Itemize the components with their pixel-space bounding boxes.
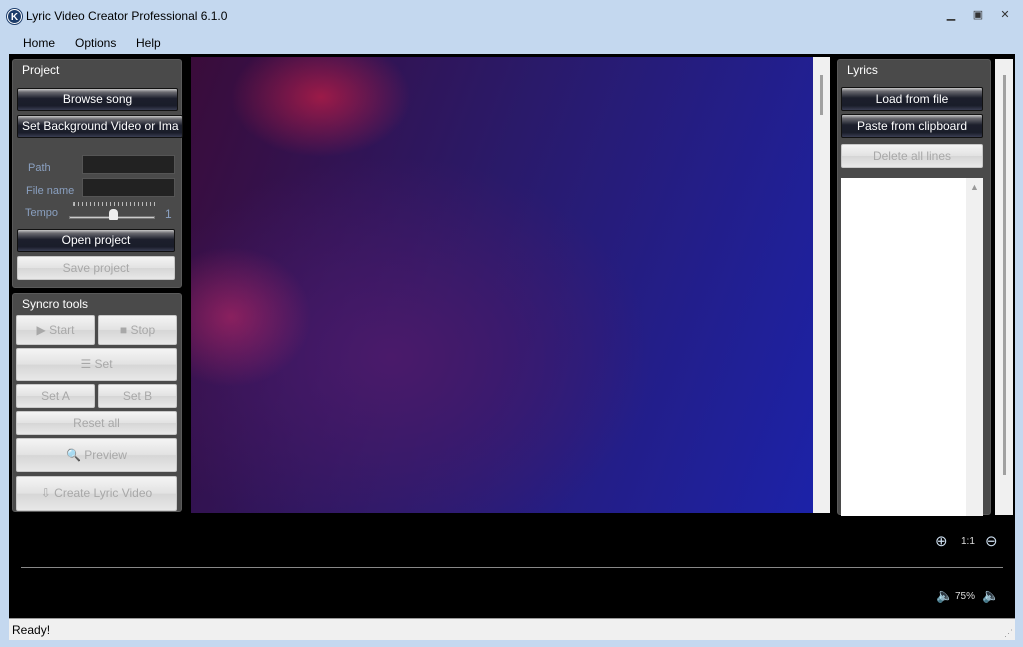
volume-up-icon[interactable]: 🔈 [936,587,953,604]
create-lyric-video-button[interactable]: ⇩ Create Lyric Video [16,476,177,511]
menu-options[interactable]: Options [75,36,116,50]
menu-home[interactable]: Home [23,36,55,50]
status-text: Ready! [12,623,51,637]
path-label: Path [28,162,51,174]
lyrics-title: Lyrics [847,63,878,77]
stop-label: Stop [130,323,156,337]
load-from-file-button[interactable]: Load from file [841,87,983,111]
export-icon: ⇩ [40,486,55,500]
title-bar: K Lyric Video Creator Professional 6.1.0… [0,0,1023,32]
resize-grip-icon[interactable]: ⋰ [1004,628,1013,639]
lyrics-sheet-icon: ☰ [80,357,95,371]
lyrics-list[interactable]: ▲ [841,178,983,516]
stop-icon: ■ [119,323,131,337]
app-logo-icon: K [7,9,22,24]
zoom-out-icon[interactable]: ⊖ [985,532,998,550]
preview-button[interactable]: 🔍 Preview [16,438,177,472]
set-label: Set [94,357,113,371]
open-project-button[interactable]: Open project [17,229,175,252]
window-title: Lyric Video Creator Professional 6.1.0 [26,9,228,23]
path-field[interactable] [82,155,175,174]
status-bar: Ready! ⋰ [9,618,1015,640]
tempo-label: Tempo [25,207,59,219]
start-label: Start [49,323,75,337]
timeline-track[interactable] [21,567,1003,568]
play-icon: ▶ [36,323,50,337]
timeline[interactable]: ⊕ 1:1 ⊖ 🔈 75% 🔈 [9,519,1015,615]
zoom-level: 1:1 [961,536,975,547]
lyrics-panel: Lyrics Load from file Paste from clipboa… [837,59,991,516]
set-button[interactable]: ☰ Set [16,348,177,381]
start-button[interactable]: ▶ Start [16,315,95,345]
create-label: Create Lyric Video [54,486,153,500]
set-b-button[interactable]: Set B [98,384,177,408]
right-scrollbar-thumb[interactable] [1003,75,1006,475]
paste-from-clipboard-button[interactable]: Paste from clipboard [841,114,983,138]
maximize-icon[interactable]: ▣ [971,8,985,22]
syncro-title: Syncro tools [22,297,89,311]
browse-song-button[interactable]: Browse song [17,88,178,111]
video-scrollbar[interactable] [813,57,830,513]
preview-label: Preview [84,448,127,462]
magnifier-doc-icon: 🔍 [66,448,85,462]
file-name-field[interactable] [82,178,175,197]
volume-level: 75% [955,591,976,602]
project-panel: Project Browse song Set Background Video… [12,59,183,288]
delete-all-lines-button[interactable]: Delete all lines [841,144,983,168]
video-preview [191,57,813,513]
tempo-slider-thumb[interactable] [109,209,118,220]
zoom-in-icon[interactable]: ⊕ [935,532,948,550]
syncro-panel: Syncro tools ▶ Start ■ Stop ☰ Set Set A … [12,293,182,512]
lyrics-scroll-up-icon[interactable]: ▲ [966,178,983,516]
minimize-icon[interactable]: ▁ [944,8,958,22]
set-background-button[interactable]: Set Background Video or Ima [17,115,183,138]
volume-down-icon[interactable]: 🔈 [982,587,999,604]
file-name-label: File name [26,185,75,197]
set-a-button[interactable]: Set A [16,384,95,408]
save-project-button[interactable]: Save project [17,256,175,280]
tempo-value: 1 [165,207,172,221]
reset-all-button[interactable]: Reset all [16,411,177,435]
right-scrollbar[interactable] [995,59,1013,515]
tempo-ticks [73,202,155,206]
menu-help[interactable]: Help [136,36,161,50]
close-icon[interactable]: ✕ [998,8,1012,22]
stop-button[interactable]: ■ Stop [98,315,177,345]
project-title: Project [22,63,60,77]
scrollbar-thumb[interactable] [820,75,823,115]
